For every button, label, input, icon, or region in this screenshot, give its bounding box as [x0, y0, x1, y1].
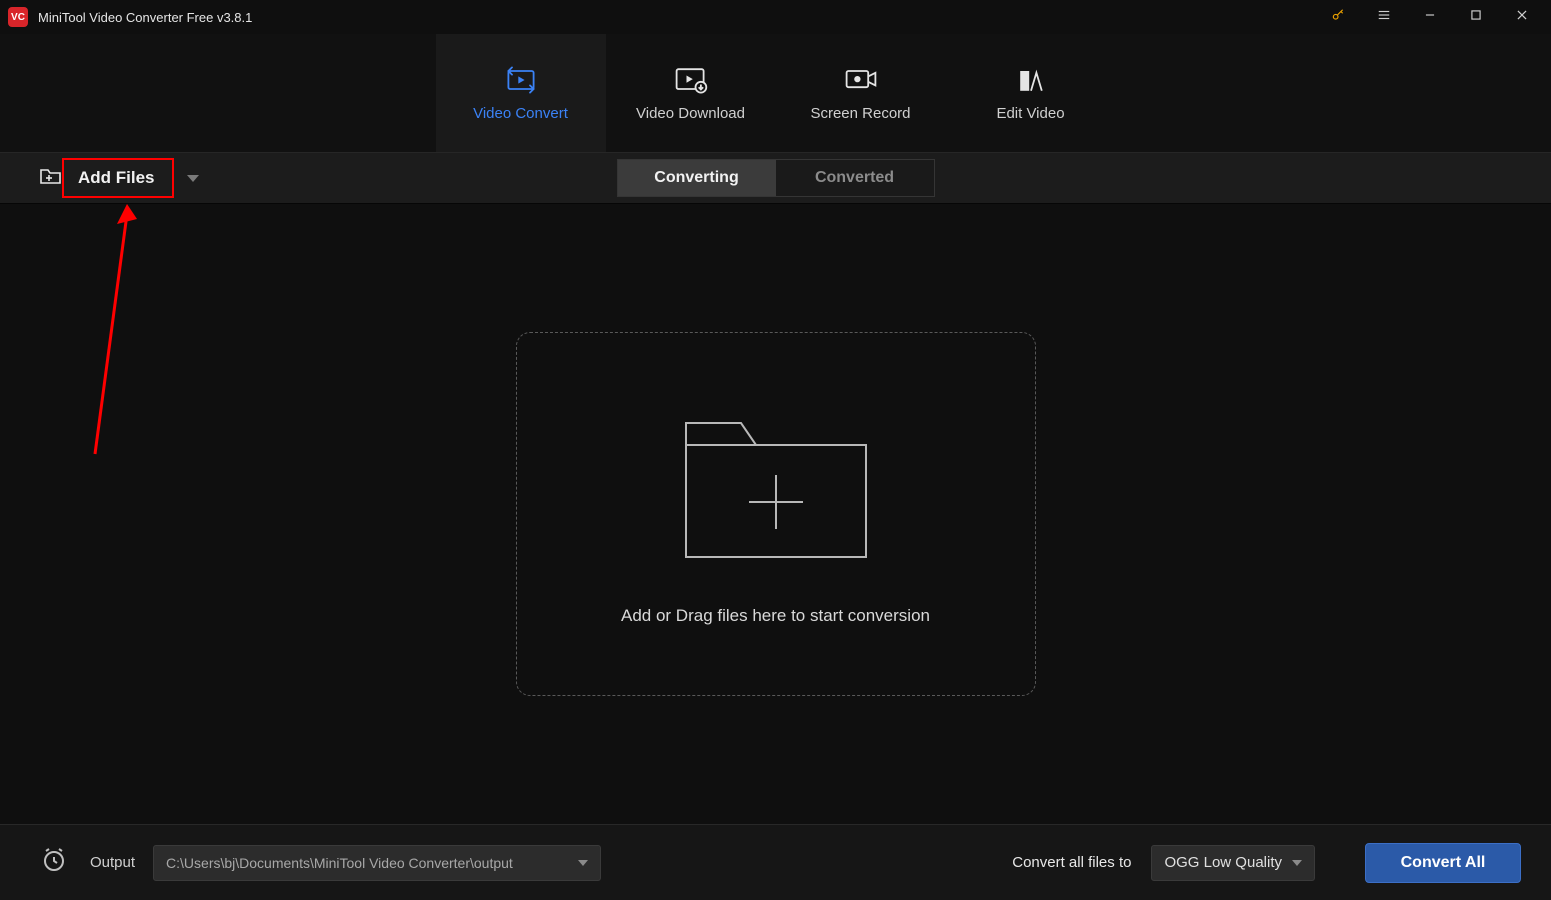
- tab-label: Video Convert: [473, 105, 568, 122]
- add-files-dropdown[interactable]: [187, 175, 199, 182]
- drop-zone[interactable]: Add or Drag files here to start conversi…: [516, 332, 1036, 696]
- footer-bar: Output C:\Users\bj\Documents\MiniTool Vi…: [0, 824, 1551, 900]
- tab-edit-video[interactable]: Edit Video: [946, 34, 1116, 152]
- minimize-button[interactable]: [1407, 0, 1453, 34]
- tab-label: Screen Record: [810, 105, 910, 122]
- status-tab-label: Converting: [654, 169, 738, 187]
- maximize-icon: [1469, 8, 1483, 27]
- status-tabs: Converting Converted: [617, 159, 935, 197]
- annotation-arrow-icon: [85, 204, 145, 464]
- convert-all-to-label: Convert all files to: [1012, 854, 1131, 871]
- add-folder-icon: [40, 167, 62, 190]
- app-logo-icon: VC: [8, 7, 28, 27]
- chevron-down-icon: [578, 860, 588, 866]
- tab-converting[interactable]: Converting: [618, 160, 776, 196]
- folder-plus-icon: [676, 403, 876, 572]
- status-tab-label: Converted: [815, 169, 894, 187]
- tab-video-download[interactable]: Video Download: [606, 34, 776, 152]
- download-icon: [673, 65, 709, 95]
- minimize-icon: [1423, 8, 1437, 27]
- toolbar: Add Files Converting Converted: [0, 152, 1551, 204]
- convert-all-button-label: Convert All: [1401, 854, 1486, 872]
- close-icon: [1515, 8, 1529, 27]
- output-format-value: OGG Low Quality: [1164, 854, 1282, 871]
- app-title: MiniTool Video Converter Free v3.8.1: [38, 10, 252, 25]
- tab-video-convert[interactable]: Video Convert: [436, 34, 606, 152]
- key-icon: [1331, 8, 1345, 27]
- tab-screen-record[interactable]: Screen Record: [776, 34, 946, 152]
- tab-converted[interactable]: Converted: [776, 160, 934, 196]
- add-files-label: Add Files: [78, 168, 155, 188]
- output-path-select[interactable]: C:\Users\bj\Documents\MiniTool Video Con…: [153, 845, 601, 881]
- main-nav: Video Convert Video Download: [0, 34, 1551, 152]
- drop-zone-text: Add or Drag files here to start conversi…: [621, 606, 930, 626]
- schedule-button[interactable]: [40, 849, 68, 877]
- convert-all-button[interactable]: Convert All: [1365, 843, 1521, 883]
- convert-icon: [503, 65, 539, 95]
- clock-icon: [41, 847, 67, 878]
- maximize-button[interactable]: [1453, 0, 1499, 34]
- add-files-button[interactable]: Add Files: [40, 161, 167, 196]
- tab-label: Edit Video: [996, 105, 1064, 122]
- chevron-down-icon: [1292, 860, 1302, 866]
- output-path-value: C:\Users\bj\Documents\MiniTool Video Con…: [166, 855, 513, 871]
- hamburger-icon: [1377, 8, 1391, 27]
- main-content: Add or Drag files here to start conversi…: [0, 204, 1551, 824]
- upgrade-key-button[interactable]: [1315, 0, 1361, 34]
- close-button[interactable]: [1499, 0, 1545, 34]
- titlebar: VC MiniTool Video Converter Free v3.8.1: [0, 0, 1551, 34]
- output-label: Output: [90, 854, 135, 871]
- edit-icon: [1013, 65, 1049, 95]
- tab-label: Video Download: [636, 105, 745, 122]
- record-icon: [843, 65, 879, 95]
- menu-button[interactable]: [1361, 0, 1407, 34]
- output-format-select[interactable]: OGG Low Quality: [1151, 845, 1315, 881]
